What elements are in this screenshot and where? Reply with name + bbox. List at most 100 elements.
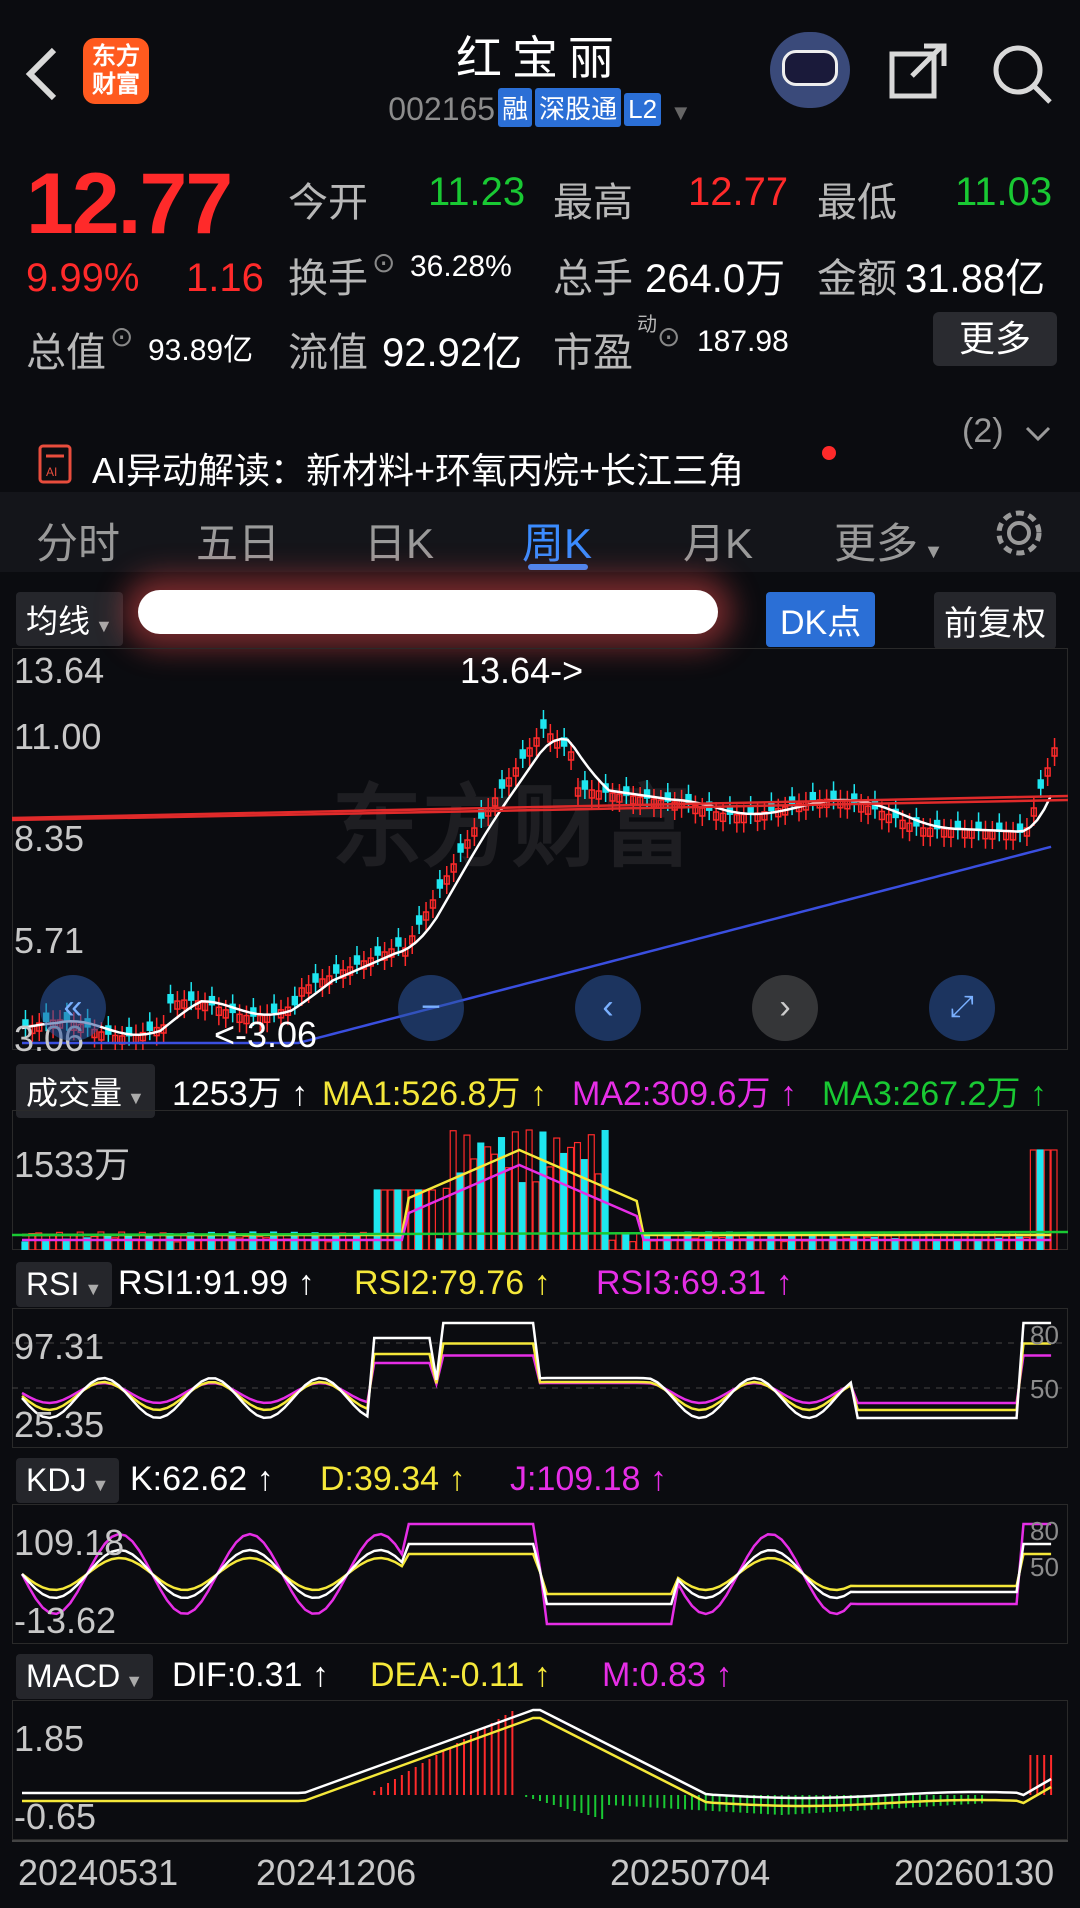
tab-more[interactable]: 更多 ▼ [834,510,943,571]
stock-code: 002165 [388,91,496,127]
volume-bar [421,1189,430,1250]
volume-bar [297,1233,305,1250]
rsi-selector[interactable]: RSI ▼ [16,1262,113,1307]
macd-y-bottom: -0.65 [14,1796,97,1837]
info-icon[interactable]: ⊙ [110,320,133,353]
candle-body [188,991,195,1001]
turnover-label: 换手 [288,257,368,301]
volume-y-label: 1533万 [14,1144,131,1185]
dropdown-icon[interactable]: ▼ [670,100,692,125]
tab-intraday[interactable]: 分时 [36,510,120,571]
macd-dif-value: DIF:0.31 ↑ [172,1656,329,1694]
candle-body [436,879,444,889]
date-label: 20250704 [610,1852,771,1893]
prev-button[interactable]: ‹ [575,975,641,1041]
volume-bar [145,1233,153,1250]
adjust-button[interactable]: 前复权 [934,592,1056,649]
unread-dot [822,446,836,460]
volume-bar [960,1233,968,1250]
info-icon[interactable]: ⊙ [657,320,680,353]
next-button[interactable]: › [752,975,818,1041]
kdj-80-label: 80 [1030,1516,1059,1546]
kdj-k-value: K:62.62 ↑ [130,1460,274,1498]
volume-bar [435,1238,443,1250]
date-label: 20260130 [894,1852,1055,1893]
volume-bar [491,1153,499,1250]
volume-bar [808,1233,816,1250]
volume-bar [352,1233,361,1250]
volume-bar [415,1189,423,1250]
volume-bar [428,1189,437,1250]
dk-point-button[interactable]: DK点 [766,592,876,647]
float-value: 92.92亿 [382,331,523,375]
ai-document-icon: AI [38,444,72,484]
volume-bar [884,1235,892,1250]
volume-bar [615,1232,623,1250]
candle-body [1037,779,1044,789]
volume-ma3: MA3:267.2万 ↑ [822,1075,1047,1113]
chevron-down-icon[interactable] [1024,424,1052,444]
period-tabs: 分时 五日 日K 周K 月K 更多 ▼ [0,492,1080,572]
tab-daily-k[interactable]: 日K [364,510,434,571]
zoom-out-button[interactable]: − [398,975,464,1041]
volume-bar [1050,1149,1058,1250]
kline-y-label: 13.64 [14,650,105,691]
rsi-80-label: 80 [1030,1320,1059,1350]
volume-bar [173,1241,181,1250]
macd-y-top: 1.85 [14,1718,85,1759]
candle-body [291,995,299,1006]
macd-chart[interactable] [12,1700,1068,1840]
robot-assistant-icon[interactable] [770,32,850,108]
volume-bar [732,1235,740,1250]
volume-ma2-line [22,1163,1052,1242]
ai-insight-banner[interactable]: AI AI异动解读：新材料+环氧丙烷+长江三角 (2) [0,408,1080,491]
volume-bar [629,1241,637,1250]
macd-m-value: M:0.83 ↑ [602,1656,733,1694]
active-tab-indicator [528,564,588,570]
kdj-d-value: D:39.34 ↑ [320,1460,466,1498]
l2-tag: L2 [624,93,662,126]
mcap-label: 总值 [26,331,106,375]
candle-body [415,915,423,925]
turnover-value: 36.28% [410,250,512,283]
fullscreen-button[interactable]: ⤢ [929,975,995,1041]
share-icon[interactable] [888,42,948,102]
volume-bar [974,1239,982,1250]
kline-y-label: 8.35 [14,818,85,859]
volume-bar [622,1233,630,1250]
volume-bar [760,1239,768,1250]
volume-bar [698,1235,706,1250]
candle-body [374,946,381,956]
more-stats-button[interactable]: 更多 [933,312,1057,366]
gear-icon[interactable] [992,506,1046,560]
volume-bar [104,1236,112,1250]
info-icon[interactable]: ⊙ [372,246,395,279]
candle-body [167,993,174,1004]
volume-bar [518,1182,526,1250]
search-icon[interactable] [990,42,1054,106]
rsi-y-bottom: 25.35 [14,1404,105,1445]
kdj-chart[interactable] [12,1504,1068,1644]
volume-chart[interactable] [12,1110,1068,1250]
chart-frame [12,1700,1068,1840]
macd-selector[interactable]: MACD ▼ [16,1654,154,1699]
pe-value: 187.98 [697,325,789,358]
candle-body [333,964,340,974]
kline-chart[interactable]: 东方财富 [12,648,1068,1050]
volume-value: 264.0万 [645,257,786,301]
volume-bar [656,1233,664,1250]
rsi-chart[interactable] [12,1308,1068,1448]
candle-body [498,779,506,789]
candle-body [270,1003,278,1014]
volume-bar [124,1234,133,1250]
high-value: 12.77 [688,170,789,214]
pe-label: 市盈 [553,331,633,375]
ma-selector[interactable]: 均线 ▼ [16,592,123,646]
kdj-selector[interactable]: KDJ ▼ [16,1458,120,1503]
tab-five-day[interactable]: 五日 [196,510,280,571]
rewind-button[interactable]: « [40,975,106,1041]
ai-insight-text: AI异动解读：新材料+环氧丙烷+长江三角 [92,450,745,491]
tab-monthly-k[interactable]: 月K [683,510,753,571]
volume-bar [346,1240,354,1250]
tab-weekly-k[interactable]: 周K [522,510,592,571]
